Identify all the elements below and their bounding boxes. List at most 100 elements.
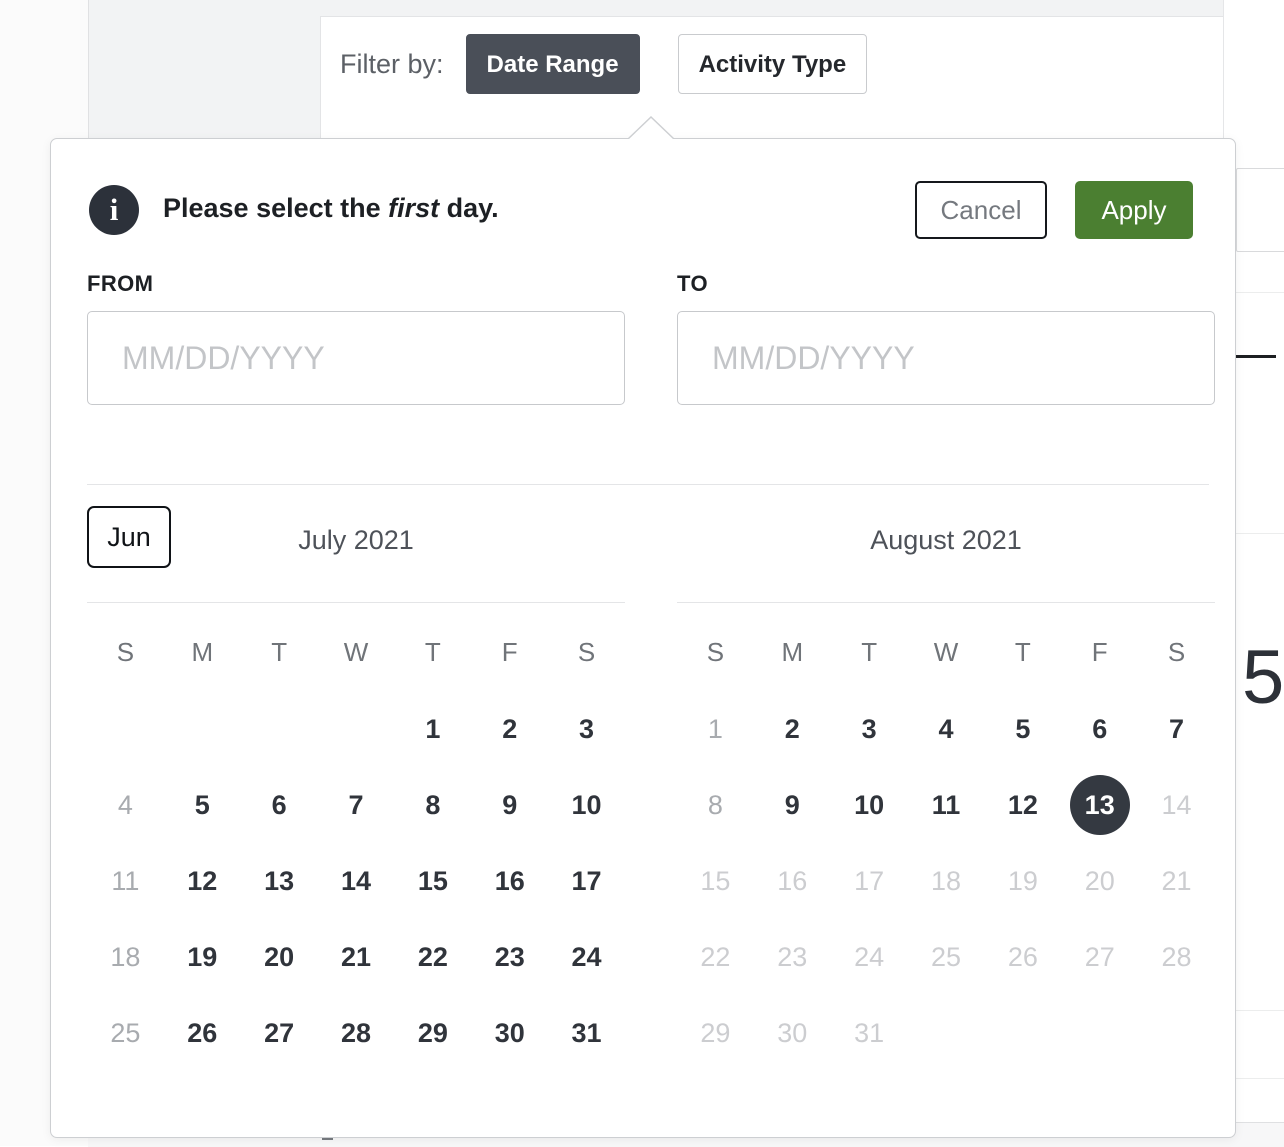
weekday-header: T — [984, 613, 1061, 691]
calendar-day[interactable]: 8 — [394, 767, 471, 843]
calendar-day-disabled: 16 — [754, 843, 831, 919]
calendar-day[interactable]: 21 — [318, 919, 395, 995]
calendar-day[interactable]: 15 — [394, 843, 471, 919]
calendar-day[interactable]: 11 — [908, 767, 985, 843]
calendar-day[interactable]: 31 — [548, 995, 625, 1071]
date-range-picker-popover: i Please select the first day. Cancel Ap… — [50, 138, 1236, 1138]
calendar-day[interactable]: 2 — [471, 691, 548, 767]
calendar-day-empty — [908, 995, 985, 1071]
calendar-day[interactable]: 10 — [831, 767, 908, 843]
calendar-rule — [87, 602, 625, 603]
calendar-grid-august: SMTWTFS123456789101112131415161718192021… — [677, 613, 1215, 1071]
calendar-day-disabled: 15 — [677, 843, 754, 919]
calendar-day[interactable]: 26 — [164, 995, 241, 1071]
calendar-day-disabled: 27 — [1061, 919, 1138, 995]
weekday-header: F — [1061, 613, 1138, 691]
filter-chip-activity-type[interactable]: Activity Type — [678, 34, 868, 94]
instruction-emphasis: first — [388, 193, 439, 223]
calendar-day[interactable]: 5 — [164, 767, 241, 843]
calendar-header-july: Jun July 2021 — [87, 504, 625, 576]
calendar-day[interactable]: 24 — [548, 919, 625, 995]
calendar-day[interactable]: 28 — [318, 995, 395, 1071]
calendar-day-disabled: 26 — [984, 919, 1061, 995]
calendar-day[interactable]: 1 — [394, 691, 471, 767]
calendar-day[interactable]: 4 — [87, 767, 164, 843]
weekday-header: T — [831, 613, 908, 691]
apply-button[interactable]: Apply — [1075, 181, 1193, 239]
calendar-day[interactable]: 12 — [984, 767, 1061, 843]
calendar-day[interactable]: 12 — [164, 843, 241, 919]
calendar-day[interactable]: 27 — [241, 995, 318, 1071]
calendar-day[interactable]: 17 — [548, 843, 625, 919]
calendar-day[interactable]: 2 — [754, 691, 831, 767]
calendar-day-disabled: 29 — [677, 995, 754, 1071]
calendar-day[interactable]: 16 — [471, 843, 548, 919]
weekday-header: W — [908, 613, 985, 691]
calendar-day-disabled: 19 — [984, 843, 1061, 919]
calendar-title-july: July 2021 — [298, 525, 414, 556]
to-date-field-group: TO — [677, 271, 1215, 405]
calendar-day[interactable]: 8 — [677, 767, 754, 843]
calendar-day[interactable]: 30 — [471, 995, 548, 1071]
filter-chip-date-range[interactable]: Date Range — [466, 34, 640, 94]
calendar-day-disabled: 17 — [831, 843, 908, 919]
calendar-day-empty — [318, 691, 395, 767]
calendar-grid-july: SMTWTFS123456789101112131415161718192021… — [87, 613, 625, 1071]
calendar-day-empty — [164, 691, 241, 767]
weekday-header: S — [548, 613, 625, 691]
calendar-day[interactable]: 11 — [87, 843, 164, 919]
calendar-day-empty — [984, 995, 1061, 1071]
calendar-rule — [677, 602, 1215, 603]
calendar-day[interactable]: 20 — [241, 919, 318, 995]
weekday-header: S — [1138, 613, 1215, 691]
weekday-header: W — [318, 613, 395, 691]
info-icon-glyph: i — [110, 194, 119, 225]
calendar-day[interactable]: 3 — [548, 691, 625, 767]
calendar-day[interactable]: 4 — [908, 691, 985, 767]
calendar-day[interactable]: 29 — [394, 995, 471, 1071]
calendar-day[interactable]: 22 — [394, 919, 471, 995]
weekday-header: F — [471, 613, 548, 691]
instruction-prefix: Please select the — [163, 193, 388, 223]
calendar-day-disabled: 14 — [1138, 767, 1215, 843]
calendar-day-selected[interactable]: 13 — [1061, 767, 1138, 843]
calendar-day[interactable]: 9 — [471, 767, 548, 843]
calendar-day[interactable]: 14 — [318, 843, 395, 919]
calendar-day-disabled: 31 — [831, 995, 908, 1071]
filter-bar: Filter by: Date Range Activity Type — [340, 34, 867, 94]
from-label: FROM — [87, 271, 625, 297]
calendar-day-empty — [241, 691, 318, 767]
background-partial-number: 5 — [1242, 640, 1282, 716]
calendar-day[interactable]: 6 — [1061, 691, 1138, 767]
info-icon: i — [89, 185, 139, 235]
to-date-input[interactable] — [677, 311, 1215, 405]
weekday-header: M — [754, 613, 831, 691]
calendar-day-disabled: 22 — [677, 919, 754, 995]
calendar-day[interactable]: 18 — [87, 919, 164, 995]
calendar-day[interactable]: 13 — [241, 843, 318, 919]
calendar-day[interactable]: 23 — [471, 919, 548, 995]
background-rail-box — [1236, 168, 1284, 252]
popover-arrow — [628, 118, 674, 140]
to-label: TO — [677, 271, 1215, 297]
previous-month-button[interactable]: Jun — [87, 506, 171, 568]
calendar-day[interactable]: 1 — [677, 691, 754, 767]
cancel-button[interactable]: Cancel — [915, 181, 1047, 239]
picker-instruction-text: Please select the first day. — [163, 193, 499, 224]
calendar-day[interactable]: 9 — [754, 767, 831, 843]
from-date-input[interactable] — [87, 311, 625, 405]
calendar-day[interactable]: 7 — [1138, 691, 1215, 767]
calendar-day[interactable]: 3 — [831, 691, 908, 767]
filter-by-label: Filter by: — [340, 49, 444, 80]
calendar-day-disabled: 25 — [908, 919, 985, 995]
calendar-day[interactable]: 19 — [164, 919, 241, 995]
calendar-day-disabled: 20 — [1061, 843, 1138, 919]
weekday-header: M — [164, 613, 241, 691]
calendar-day[interactable]: 5 — [984, 691, 1061, 767]
calendar-day-disabled: 21 — [1138, 843, 1215, 919]
calendar-day[interactable]: 7 — [318, 767, 395, 843]
calendar-day[interactable]: 6 — [241, 767, 318, 843]
calendar-day[interactable]: 25 — [87, 995, 164, 1071]
date-picker-header: i Please select the first day. Cancel Ap… — [51, 139, 1235, 269]
calendar-day[interactable]: 10 — [548, 767, 625, 843]
